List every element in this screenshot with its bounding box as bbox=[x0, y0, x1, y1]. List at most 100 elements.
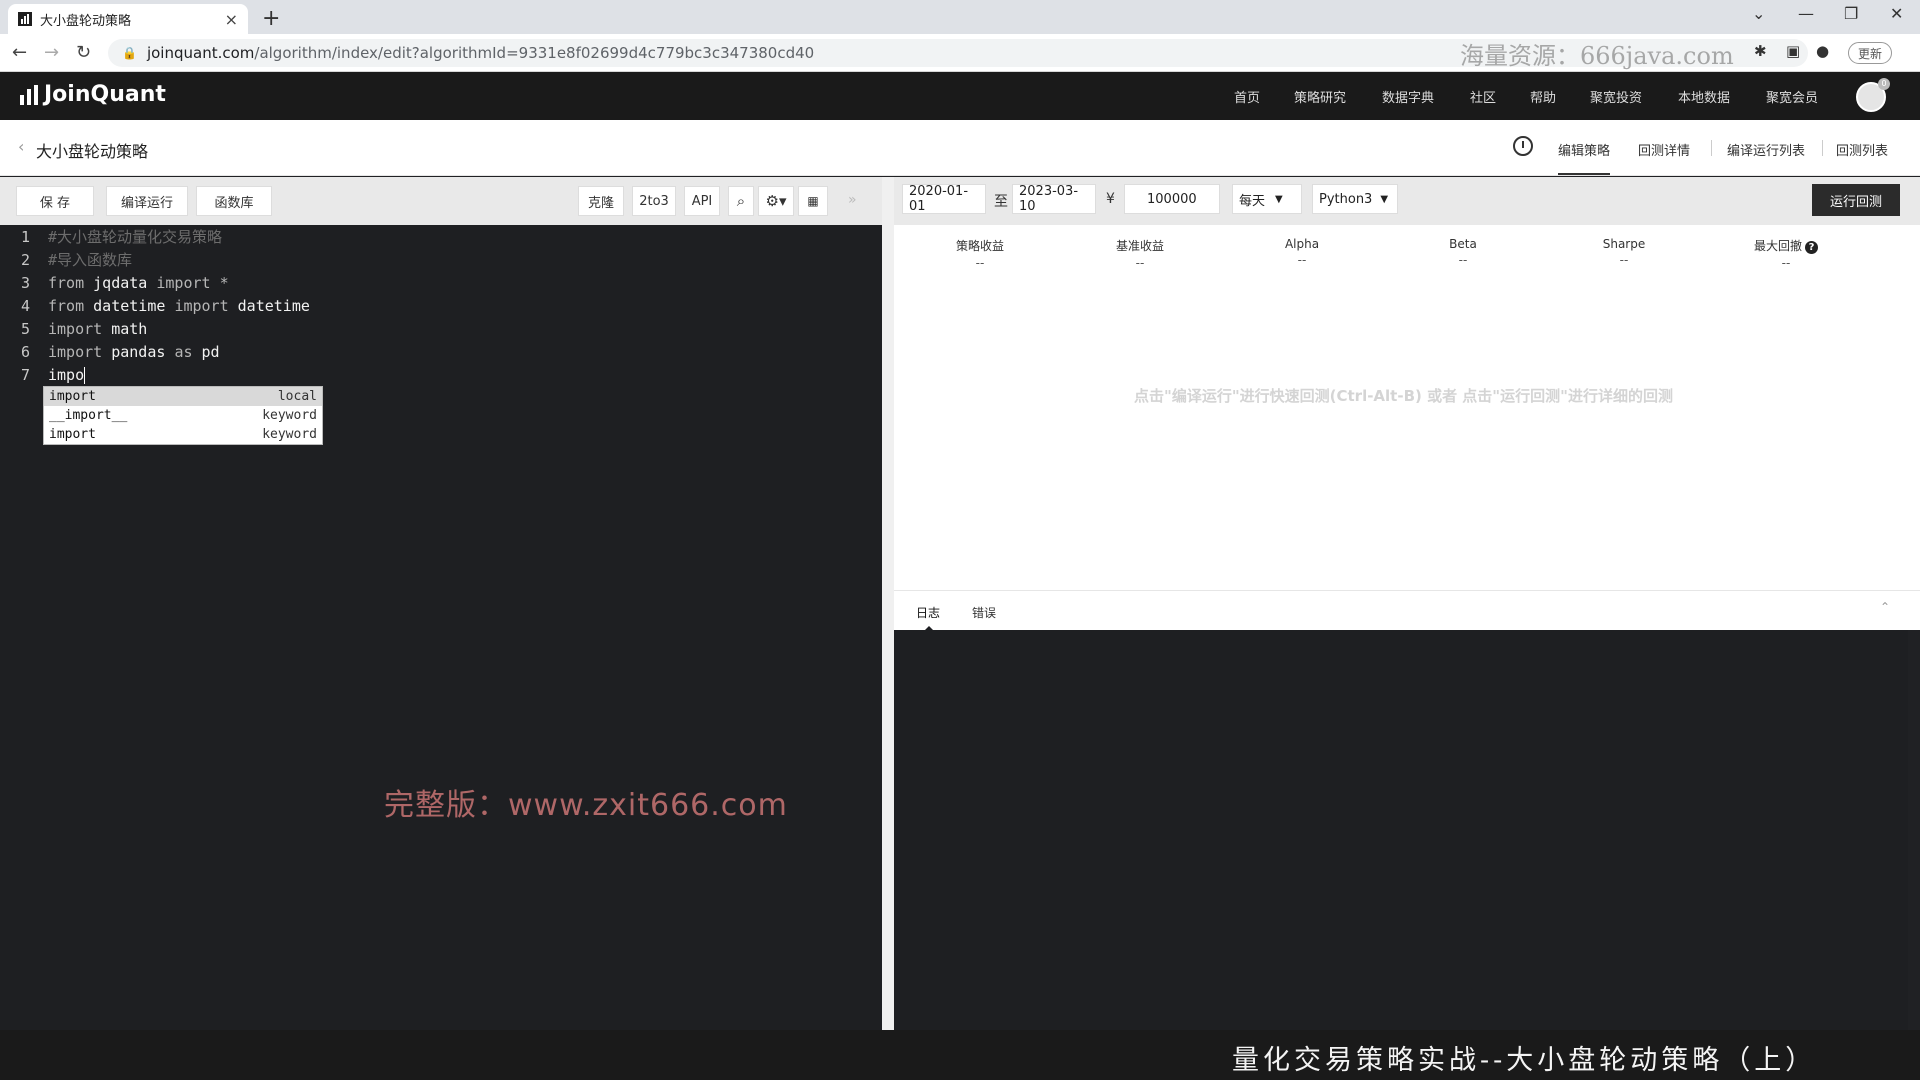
back-chevron-icon[interactable]: ‹ bbox=[18, 137, 24, 156]
log-output bbox=[894, 630, 1908, 1030]
nav-community[interactable]: 社区 bbox=[1470, 87, 1496, 106]
nav-membership[interactable]: 聚宽会员 bbox=[1766, 87, 1818, 106]
metric-beta: Beta -- bbox=[1449, 237, 1477, 267]
tab-search-chevron-icon[interactable]: ⌄ bbox=[1752, 4, 1765, 23]
profile-icon[interactable]: ● bbox=[1816, 42, 1829, 60]
nav-research[interactable]: 策略研究 bbox=[1294, 87, 1346, 106]
metric-strategy-return: 策略收益 -- bbox=[955, 239, 1004, 270]
reload-icon[interactable]: ↻ bbox=[76, 42, 91, 63]
tab-backtest-details[interactable]: 回测详情 bbox=[1638, 140, 1690, 159]
run-backtest-button[interactable]: 运行回测 bbox=[1812, 184, 1900, 216]
logo-bars-icon bbox=[20, 84, 38, 105]
collapse-up-icon[interactable]: ⌃ bbox=[1880, 600, 1890, 614]
shortcut-keyboard-icon[interactable]: ▦ bbox=[798, 186, 828, 216]
video-watermark: 完整版：www.zxit666.com bbox=[384, 788, 788, 823]
code-line: 5 import math bbox=[0, 317, 147, 340]
help-icon[interactable]: ? bbox=[1805, 241, 1818, 254]
update-button[interactable]: 更新 bbox=[1848, 42, 1892, 64]
back-arrow-icon[interactable]: ← bbox=[12, 42, 27, 63]
line-number: 6 bbox=[20, 342, 30, 361]
line-number: 4 bbox=[20, 296, 30, 315]
search-icon[interactable]: ⌕ bbox=[728, 186, 754, 216]
nav-home[interactable]: 首页 bbox=[1234, 87, 1260, 106]
video-caption: 量化交易策略实战--大小盘轮动策略（上） bbox=[1232, 1045, 1817, 1076]
notification-badge: 0 bbox=[1878, 78, 1890, 90]
clone-button[interactable]: 克隆 bbox=[578, 186, 624, 216]
capital-input[interactable]: 100000 bbox=[1124, 184, 1220, 214]
gear-icon[interactable]: ⚙▾ bbox=[758, 186, 794, 216]
text-cursor bbox=[84, 366, 86, 384]
joinquant-logo[interactable]: JoinQuant bbox=[20, 82, 166, 107]
save-button[interactable]: 保 存 bbox=[16, 186, 94, 216]
metric-alpha: Alpha -- bbox=[1284, 237, 1320, 267]
nav-local-data[interactable]: 本地数据 bbox=[1678, 87, 1730, 106]
expand-panel-icon[interactable]: » bbox=[848, 192, 857, 208]
tab-edit-strategy[interactable]: 编辑策略 bbox=[1558, 140, 1611, 175]
tab-separator bbox=[1711, 140, 1712, 156]
nav-investment[interactable]: 聚宽投资 bbox=[1590, 87, 1642, 106]
logo-text: JoinQuant bbox=[44, 82, 166, 107]
autocomplete-item[interactable]: __import__ keyword bbox=[44, 406, 322, 425]
line-number: 3 bbox=[20, 273, 30, 292]
code-line: 6 import pandas as pd bbox=[0, 340, 220, 363]
tab-log[interactable]: 日志 bbox=[916, 604, 940, 631]
python-version-select[interactable]: Python3 ▼ bbox=[1312, 184, 1398, 214]
timer-icon[interactable] bbox=[1513, 136, 1533, 156]
panel-splitter[interactable] bbox=[882, 177, 894, 1030]
code-text: from jqdata import * bbox=[48, 273, 229, 292]
nav-data-dictionary[interactable]: 数据字典 bbox=[1382, 87, 1434, 106]
url-host: joinquant.com bbox=[146, 44, 255, 62]
side-panel-icon[interactable]: ▣ bbox=[1786, 42, 1800, 60]
close-window-icon[interactable]: ✕ bbox=[1890, 4, 1903, 23]
page-title: 大小盘轮动策略 bbox=[36, 142, 149, 161]
chevron-down-icon: ▼ bbox=[1380, 193, 1389, 205]
line-number: 2 bbox=[20, 250, 30, 269]
code-line: 2 #导入函数库 bbox=[0, 248, 132, 271]
autocomplete-item[interactable]: import local bbox=[44, 387, 322, 406]
backtest-hint: 点击"编译运行"进行快速回测(Ctrl-Alt-B) 或者 点击"运行回测"进行… bbox=[1134, 387, 1673, 405]
2to3-button[interactable]: 2to3 bbox=[632, 186, 676, 216]
function-library-button[interactable]: 函数库 bbox=[196, 186, 272, 216]
autocomplete-list: import local __import__ keyword import keyw… bbox=[43, 386, 323, 445]
tab-separator bbox=[1822, 140, 1823, 156]
compile-run-button[interactable]: 编译运行 bbox=[106, 186, 188, 216]
frequency-select[interactable]: 每天 ▼ bbox=[1232, 184, 1302, 214]
joinquant-favicon-icon bbox=[18, 12, 32, 26]
tab-errors[interactable]: 错误 bbox=[972, 604, 996, 621]
code-text: import pandas as pd bbox=[48, 342, 220, 361]
editor-toolbar: 保 存 编译运行 函数库 克隆 2to3 API ⌕ ⚙▾ ▦ » bbox=[0, 177, 882, 225]
code-line: 1 #大小盘轮动量化交易策略 bbox=[0, 225, 222, 248]
end-date-input[interactable]: 2023-03-10 bbox=[1012, 184, 1096, 214]
code-text: from datetime import datetime bbox=[48, 296, 310, 315]
browser-tab[interactable]: 大小盘轮动策略 × bbox=[8, 4, 248, 34]
restore-icon[interactable]: ❐ bbox=[1844, 4, 1858, 23]
browser-tab-title: 大小盘轮动策略 bbox=[40, 13, 132, 29]
url-path: /algorithm/index/edit?algorithmId=9331e8… bbox=[254, 44, 815, 62]
strategy-header: ‹ 大小盘轮动策略 bbox=[0, 120, 1920, 176]
log-panel-header: 日志 错误 bbox=[894, 590, 1920, 631]
autocomplete-item[interactable]: import keyword bbox=[44, 425, 322, 444]
tab-backtest-list[interactable]: 回测列表 bbox=[1836, 140, 1888, 159]
api-button[interactable]: API bbox=[684, 186, 720, 216]
code-text: import math bbox=[48, 319, 148, 338]
code-line: 7 impo bbox=[0, 363, 86, 386]
tab-compile-run-list[interactable]: 编译运行列表 bbox=[1727, 140, 1805, 159]
extensions-icon[interactable]: ✱ bbox=[1754, 42, 1767, 60]
code-editor[interactable]: 1 #大小盘轮动量化交易策略 2 #导入函数库 3 from jqdata im… bbox=[0, 225, 882, 1030]
browser-tab-bar: 大小盘轮动策略 × + ⌄ — ❐ ✕ bbox=[0, 0, 1920, 34]
code-comment: #大小盘轮动量化交易策略 bbox=[48, 228, 223, 246]
forward-arrow-icon[interactable]: → bbox=[44, 42, 59, 63]
site-watermark: 海量资源：666java.com bbox=[1460, 42, 1734, 70]
line-number: 5 bbox=[20, 319, 30, 338]
code-line: 4 from datetime import datetime bbox=[0, 294, 310, 317]
start-date-input[interactable]: 2020-01-01 bbox=[902, 184, 986, 214]
new-tab-icon[interactable]: + bbox=[262, 6, 280, 31]
app-header: JoinQuant 首页 策略研究 数据字典 社区 帮助 聚宽投资 本地数据 聚… bbox=[0, 72, 1920, 120]
metric-max-drawdown: 最大回撤? -- bbox=[1726, 237, 1846, 270]
lock-icon: 🔒 bbox=[122, 46, 137, 60]
minimize-icon[interactable]: — bbox=[1798, 4, 1814, 23]
close-tab-icon[interactable]: × bbox=[225, 10, 238, 29]
chevron-down-icon: ▼ bbox=[1275, 193, 1283, 205]
nav-help[interactable]: 帮助 bbox=[1530, 87, 1556, 106]
date-range-separator: 至 bbox=[994, 194, 1008, 210]
